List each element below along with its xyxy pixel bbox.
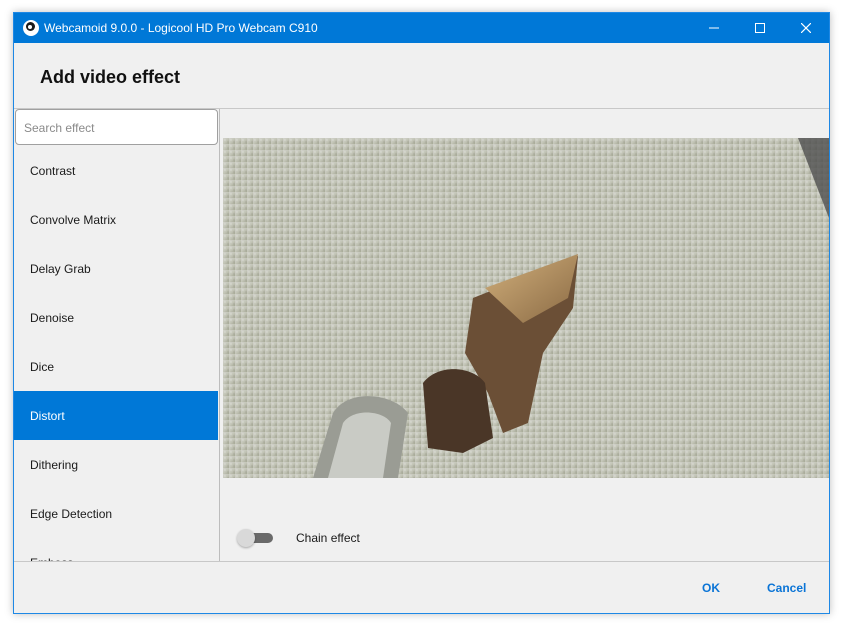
close-button[interactable] bbox=[783, 13, 829, 43]
effect-item-label: Contrast bbox=[30, 164, 76, 178]
search-input[interactable] bbox=[22, 119, 206, 137]
dialog-header: Add video effect bbox=[14, 43, 829, 109]
chain-effect-toggle[interactable] bbox=[237, 529, 275, 547]
effect-item-label: Denoise bbox=[30, 311, 75, 325]
effect-item-label: Dithering bbox=[30, 458, 79, 472]
chain-effect-label: Chain effect bbox=[296, 531, 360, 545]
minimize-icon bbox=[709, 27, 719, 29]
window-title: Webcamoid 9.0.0 - Logicool HD Pro Webcam… bbox=[44, 21, 318, 35]
effect-item-label: Distort bbox=[30, 409, 65, 423]
effect-list-item[interactable]: Dithering bbox=[14, 440, 218, 489]
effect-item-label: Edge Detection bbox=[30, 507, 113, 521]
effect-list-item[interactable]: Denoise bbox=[14, 293, 218, 342]
search-box[interactable] bbox=[15, 109, 218, 145]
dialog-window: Webcamoid 9.0.0 - Logicool HD Pro Webcam… bbox=[13, 12, 830, 614]
maximize-icon bbox=[755, 23, 765, 33]
dialog-footer: OK Cancel bbox=[14, 561, 829, 613]
toggle-thumb bbox=[237, 529, 255, 547]
chain-effect-row: Chain effect bbox=[237, 527, 437, 547]
effect-list-item[interactable]: Distort bbox=[14, 391, 218, 440]
effect-item-label: Dice bbox=[30, 360, 55, 374]
effect-item-label: Convolve Matrix bbox=[30, 213, 117, 227]
effect-list-item[interactable]: Convolve Matrix bbox=[14, 195, 218, 244]
webcam-frame-image bbox=[223, 138, 829, 478]
cancel-button[interactable]: Cancel bbox=[767, 581, 806, 595]
preview-panel: Chain effect bbox=[220, 109, 829, 561]
video-preview bbox=[223, 138, 829, 478]
effect-sidebar: Contrast Convolve Matrix Delay Grab Denoise… bbox=[14, 109, 220, 561]
effect-list-item[interactable]: Delay Grab bbox=[14, 244, 218, 293]
webcam-app-icon bbox=[23, 20, 39, 36]
effect-list-item[interactable]: Edge Detection bbox=[14, 489, 218, 538]
effect-list-item[interactable]: Contrast bbox=[14, 146, 218, 195]
page-title: Add video effect bbox=[40, 67, 181, 87]
close-icon bbox=[801, 23, 811, 33]
effect-list-item[interactable]: Dice bbox=[14, 342, 218, 391]
effect-list-item[interactable]: Emboss bbox=[14, 538, 218, 561]
ok-button[interactable]: OK bbox=[702, 581, 720, 595]
effect-item-label: Delay Grab bbox=[30, 262, 91, 276]
title-bar[interactable]: Webcamoid 9.0.0 - Logicool HD Pro Webcam… bbox=[14, 13, 829, 43]
effect-list: Contrast Convolve Matrix Delay Grab Denoise… bbox=[14, 146, 218, 561]
maximize-button[interactable] bbox=[737, 13, 783, 43]
minimize-button[interactable] bbox=[691, 13, 737, 43]
